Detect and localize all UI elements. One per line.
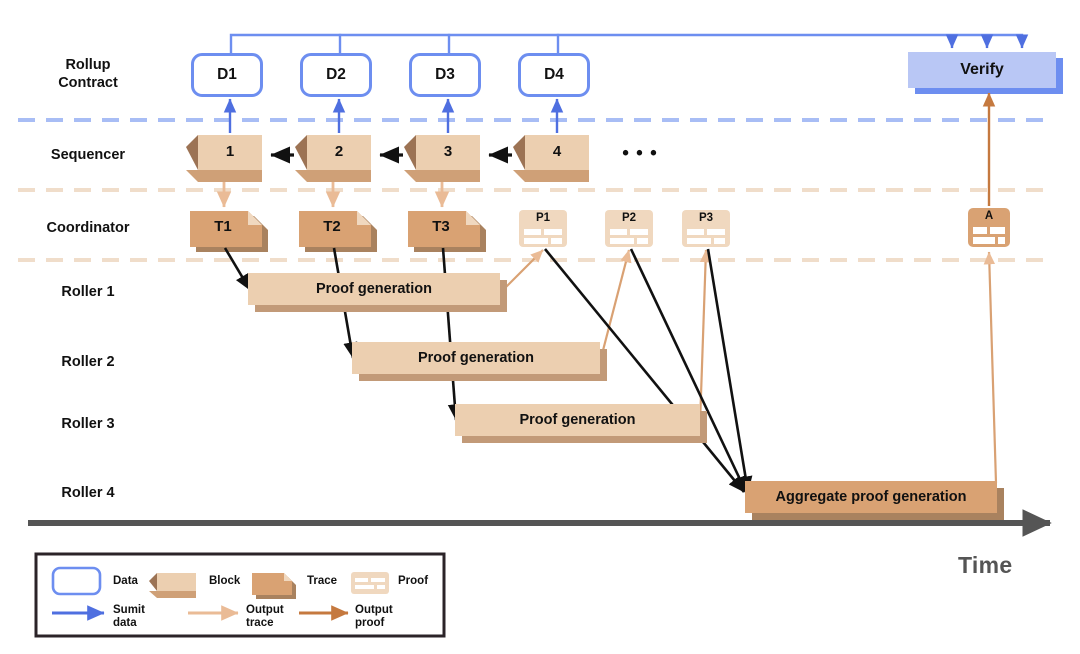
task-roller-4-label: Aggregate proof generation — [775, 489, 967, 505]
lane-label-coordinator: Coordinator — [46, 220, 130, 236]
block-3-label: 3 — [443, 143, 453, 160]
lane-label-roller-3: Roller 3 — [61, 416, 115, 432]
legend-output-trace-line-2: trace — [246, 616, 274, 629]
block-1-label: 1 — [225, 143, 235, 160]
legend-submit-data-label: Sumit data — [113, 604, 145, 630]
legend-output-trace-label: Output trace — [246, 604, 284, 630]
verify-input-arrows — [945, 34, 1029, 49]
diagram-canvas: Rollup Contract Sequencer Coordinator Ro… — [0, 0, 1080, 654]
legend-block-label: Block — [209, 575, 241, 587]
lane-label-line-1: Rollup — [65, 57, 111, 73]
proof-p3-label: P3 — [698, 212, 714, 224]
proof-a-label: A — [984, 210, 994, 222]
data-node-d2[interactable]: D2 — [300, 53, 372, 97]
task-roller-1-label: Proof generation — [315, 281, 432, 297]
task-roller-2-label: Proof generation — [417, 350, 534, 366]
legend-output-proof-label: Output proof — [355, 604, 393, 630]
legend-submit-data-line-1: Sumit — [113, 604, 145, 616]
legend-output-trace-line-1: Output — [246, 604, 284, 616]
legend-output-proof-line-1: Output — [355, 604, 393, 616]
legend-proof-label: Proof — [398, 575, 429, 587]
aggregate-to-proof-a-arrow — [983, 251, 998, 484]
data-node-d1[interactable]: D1 — [191, 53, 263, 97]
legend-trace-label: Trace — [307, 575, 338, 587]
legend-output-proof-line-2: proof — [355, 616, 385, 629]
data-node-d4-label: D4 — [544, 66, 564, 83]
legend-block-icon — [149, 573, 196, 598]
data-node-d3[interactable]: D3 — [409, 53, 481, 97]
data-node-d4[interactable]: D4 — [518, 53, 590, 97]
proof-p1-label: P1 — [535, 212, 551, 224]
data-node-d3-label: D3 — [435, 66, 455, 83]
legend-data-icon — [51, 566, 102, 596]
task-to-proof-arrows — [499, 249, 712, 425]
data-node-d1-label: D1 — [217, 66, 237, 83]
lane-label-roller-2: Roller 2 — [61, 354, 115, 370]
block-4-label: 4 — [552, 143, 562, 160]
time-axis-label: Time — [958, 552, 1013, 578]
proof-p2-label: P2 — [621, 212, 637, 224]
legend-data-label: Data — [113, 575, 138, 587]
task-roller-3-label: Proof generation — [519, 412, 636, 428]
sequencer-ellipsis: • • • — [622, 143, 658, 164]
lane-label-sequencer: Sequencer — [50, 147, 126, 163]
legend-trace-icon — [252, 573, 296, 599]
diagram-graphics — [18, 33, 1063, 638]
output-trace-arrows — [216, 182, 450, 208]
trace-t2-label: T2 — [323, 218, 341, 235]
verify-label: Verify — [960, 61, 1004, 78]
trace-t1-label: T1 — [214, 218, 232, 235]
legend-submit-data-line-2: data — [113, 616, 137, 629]
legend-proof-icon — [351, 572, 389, 594]
trace-t3-label: T3 — [432, 218, 450, 235]
lane-label-roller-4: Roller 4 — [61, 485, 115, 501]
lane-label-line-2: Contract — [58, 75, 118, 92]
block-2-label: 2 — [334, 143, 344, 160]
lane-label-rollup-contract: Rollup Contract — [8, 56, 168, 92]
submit-data-arrows — [223, 98, 564, 133]
lane-label-roller-1: Roller 1 — [61, 284, 115, 300]
data-node-d2-label: D2 — [326, 66, 346, 83]
